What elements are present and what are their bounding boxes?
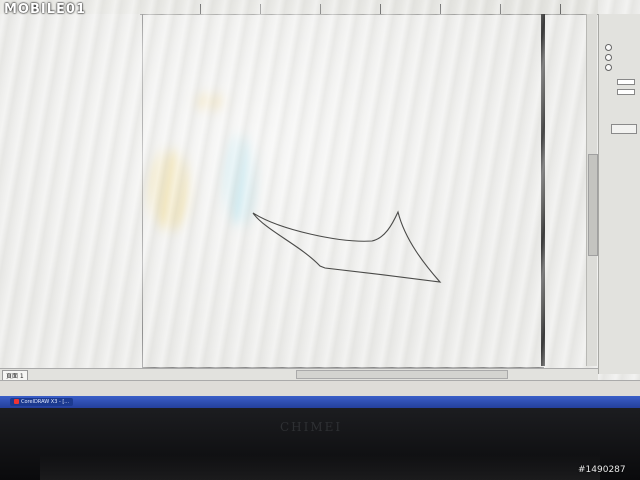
docker-panel	[598, 14, 640, 374]
status-bar	[0, 380, 640, 397]
docker-option-2[interactable]	[605, 54, 614, 61]
apply-button[interactable]	[611, 124, 637, 134]
vertical-scrollbar[interactable]	[586, 14, 598, 366]
photo: 頁面 1 CorelDRAW X3 - [... CHIMEI MOBILE01…	[0, 0, 640, 480]
monitor-brand: CHIMEI	[280, 420, 343, 434]
docker-option-1[interactable]	[605, 44, 614, 51]
radio-icon	[605, 44, 612, 51]
coreldraw-icon	[14, 399, 19, 404]
docker-field1-input[interactable]	[617, 79, 635, 85]
horizontal-scrollbar[interactable]	[296, 370, 508, 379]
taskbar-item-label: CorelDRAW X3 - [...	[21, 399, 70, 405]
drawing-canvas[interactable]	[0, 0, 640, 408]
radio-icon	[605, 54, 612, 61]
watermark-logo: MOBILE01	[4, 2, 86, 17]
docker-field2-input[interactable]	[617, 89, 635, 95]
monitor-screen: 頁面 1 CorelDRAW X3 - [...	[0, 0, 640, 408]
watermark-photo-id: #1490287	[578, 465, 626, 475]
taskbar-item-coreldraw[interactable]: CorelDRAW X3 - [...	[10, 398, 74, 406]
radio-icon	[605, 64, 612, 71]
bezel-reflection	[40, 455, 600, 480]
docker-option-3[interactable]	[605, 64, 614, 71]
vertical-scroll-thumb[interactable]	[588, 154, 598, 256]
curve-shape[interactable]	[252, 210, 442, 283]
taskbar	[0, 396, 640, 408]
